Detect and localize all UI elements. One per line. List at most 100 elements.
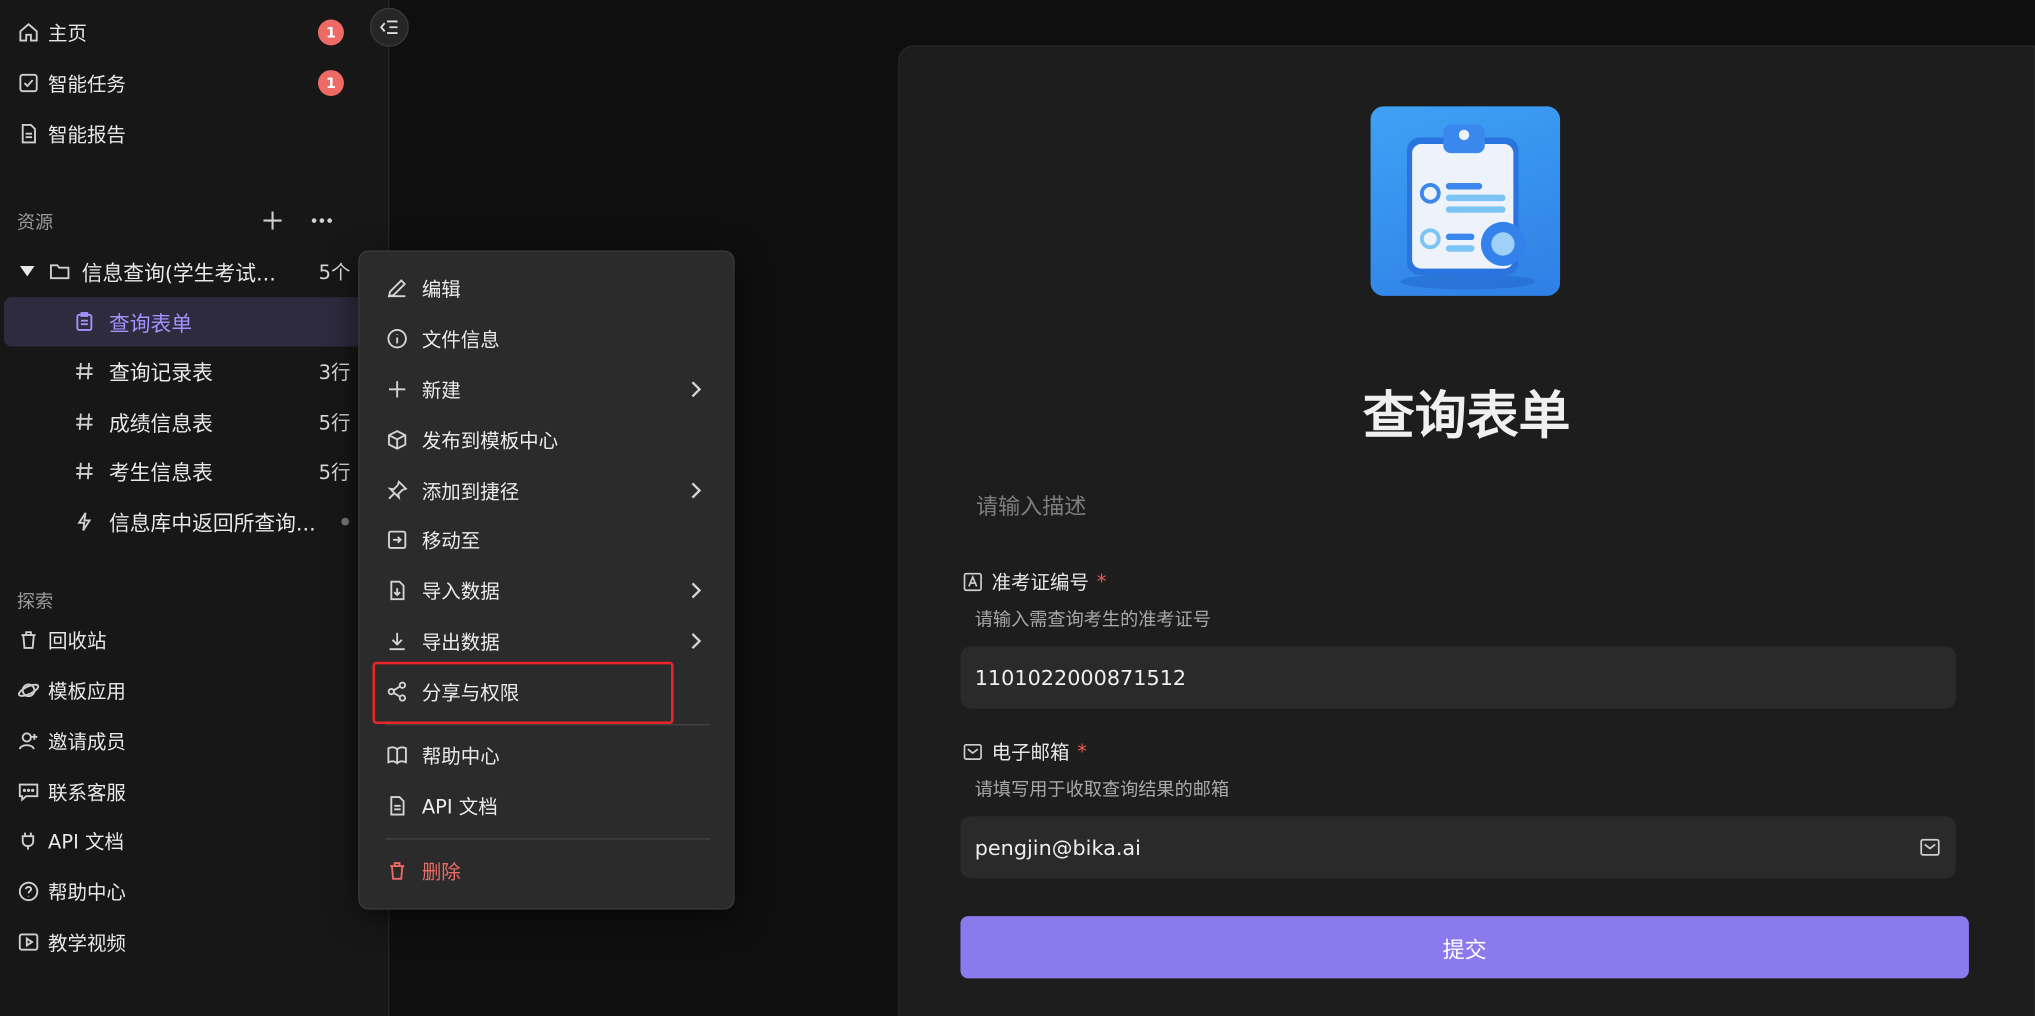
menu-item-delete[interactable]: 删除 (385, 851, 709, 890)
notification-badge: 1 (317, 70, 344, 97)
nav-item-label: 帮助中心 (48, 880, 126, 904)
chat-support-icon (18, 783, 39, 802)
hash-table-icon (76, 362, 93, 380)
more-options-icon[interactable] (309, 208, 335, 234)
nav-item-label: 智能报告 (48, 122, 126, 146)
chevron-right-icon (691, 381, 702, 398)
required-asterisk: * (1096, 569, 1107, 594)
tree-item-label: 成绩信息表 (109, 411, 213, 436)
tree-item-query-records[interactable]: 查询记录表 3行 (73, 346, 351, 395)
import-icon (390, 580, 405, 601)
context-menu: 编辑 文件信息 新建 发布到模板中心 添加到捷径 移动至 导入数据 导出数据 分… (358, 250, 735, 910)
menu-item-file-info[interactable]: 文件信息 (385, 319, 709, 358)
trash-icon (21, 631, 36, 649)
tree-folder-row[interactable]: 信息查询(学生考试... 5个 (17, 247, 351, 296)
nav-item-recycle-bin[interactable]: 回收站 (17, 624, 107, 655)
tree-item-query-form[interactable]: 查询表单 (73, 297, 351, 346)
chevron-right-icon (691, 633, 702, 649)
email-field[interactable]: pengjin@bika.ai (960, 816, 1956, 879)
info-icon (387, 328, 407, 349)
menu-item-label: API 文档 (421, 794, 498, 819)
tree-item-automation[interactable]: 信息库中返回所查询... (73, 497, 351, 546)
tree-item-label: 查询记录表 (109, 360, 213, 386)
help-circle-icon (18, 881, 39, 902)
folder-icon (50, 264, 70, 280)
nav-item-tutorial-videos[interactable]: 教学视频 (17, 926, 126, 957)
clipboard-illustration-icon (1400, 124, 1536, 290)
nav-item-label: 教学视频 (48, 931, 126, 955)
add-resource-icon[interactable] (260, 208, 286, 234)
nav-item-label: 邀请成员 (48, 729, 126, 754)
chevron-right-icon (691, 482, 702, 499)
menu-item-label: 导入数据 (421, 579, 500, 603)
menu-item-label: 删除 (421, 859, 461, 884)
row-count: 5行 (318, 410, 351, 435)
explore-section-label: 探索 (16, 591, 54, 613)
menu-item-edit[interactable]: 编辑 (385, 269, 709, 308)
menu-item-import-data[interactable]: 导入数据 (385, 571, 709, 610)
move-icon (388, 530, 407, 549)
submit-button[interactable]: 提交 (960, 916, 1969, 979)
menu-item-label: 新建 (421, 378, 461, 402)
nav-item-label: 模板应用 (48, 679, 126, 703)
tree-item-candidate-info[interactable]: 考生信息表 5行 (73, 446, 351, 495)
folder-label: 信息查询(学生考试... (81, 260, 276, 286)
api-doc-icon (390, 796, 405, 816)
tree-item-label: 信息库中返回所查询... (109, 511, 316, 536)
tree-item-label: 考生信息表 (109, 460, 213, 486)
form-icon (76, 312, 93, 331)
tree-item-label: 查询表单 (109, 311, 193, 337)
nav-item-smart-tasks[interactable]: 智能任务 (17, 67, 126, 98)
menu-item-new[interactable]: 新建 (385, 370, 709, 409)
admission-number-value: 1101022000871512 (974, 665, 1187, 690)
resources-section-label: 资源 (16, 212, 54, 234)
nav-item-label: 主页 (48, 21, 87, 45)
menu-item-label: 帮助中心 (421, 744, 500, 768)
menu-item-export-data[interactable]: 导出数据 (385, 622, 709, 661)
caret-down-icon[interactable] (17, 261, 38, 282)
nav-item-home[interactable]: 主页 (17, 17, 87, 48)
menu-item-label: 编辑 (421, 277, 461, 301)
nav-item-contact-support[interactable]: 联系客服 (17, 776, 126, 807)
email-label: 电子邮箱 * (962, 737, 1087, 766)
email-value: pengjin@bika.ai (974, 835, 1141, 860)
email-icon (963, 743, 982, 760)
nav-item-template-apps[interactable]: 模板应用 (17, 675, 126, 706)
nav-item-api-docs[interactable]: API 文档 (17, 825, 124, 856)
menu-item-publish-template[interactable]: 发布到模板中心 (385, 420, 709, 459)
admission-number-hint: 请输入需查询考生的准考证号 (974, 609, 1211, 631)
menu-item-label: 移动至 (421, 528, 481, 553)
pin-icon (387, 480, 408, 501)
form-description-input[interactable]: 请输入描述 (976, 488, 1086, 520)
text-field-icon (963, 572, 982, 591)
resources-actions (260, 208, 335, 234)
field-label-text: 准考证编号 (991, 570, 1089, 594)
menu-item-add-shortcut[interactable]: 添加到捷径 (385, 471, 709, 510)
nav-item-label: 回收站 (48, 628, 107, 653)
hash-table-icon (76, 462, 93, 480)
status-dot (341, 517, 350, 526)
nav-item-smart-reports[interactable]: 智能报告 (17, 118, 126, 149)
menu-item-label: 添加到捷径 (421, 479, 520, 503)
menu-item-label: 文件信息 (421, 327, 500, 352)
hash-table-icon (76, 413, 93, 430)
folder-count: 5个 (318, 260, 351, 284)
menu-item-move-to[interactable]: 移动至 (385, 520, 709, 559)
admission-number-input[interactable]: 1101022000871512 (960, 646, 1956, 709)
collapse-sidebar-button[interactable] (369, 7, 409, 47)
nav-item-help-center[interactable]: 帮助中心 (17, 876, 126, 907)
nav-item-invite-members[interactable]: 邀请成员 (17, 725, 126, 756)
row-count: 5行 (318, 459, 351, 484)
invite-user-icon (18, 732, 38, 750)
notification-badge: 1 (317, 19, 344, 46)
menu-item-help-center[interactable]: 帮助中心 (385, 736, 709, 775)
email-icon (1920, 838, 1940, 856)
menu-item-label: 导出数据 (421, 629, 500, 654)
tree-item-score-info[interactable]: 成绩信息表 5行 (73, 397, 351, 446)
chevron-right-icon (691, 582, 702, 599)
planet-icon (17, 683, 40, 698)
app-window: 主页 1 智能任务 1 智能报告 资源 信息查询(学生考试... 5个 查询表单 (0, 0, 2035, 1016)
row-count: 3行 (318, 360, 351, 384)
menu-item-api-docs[interactable]: API 文档 (385, 786, 709, 825)
menu-divider (385, 838, 710, 840)
